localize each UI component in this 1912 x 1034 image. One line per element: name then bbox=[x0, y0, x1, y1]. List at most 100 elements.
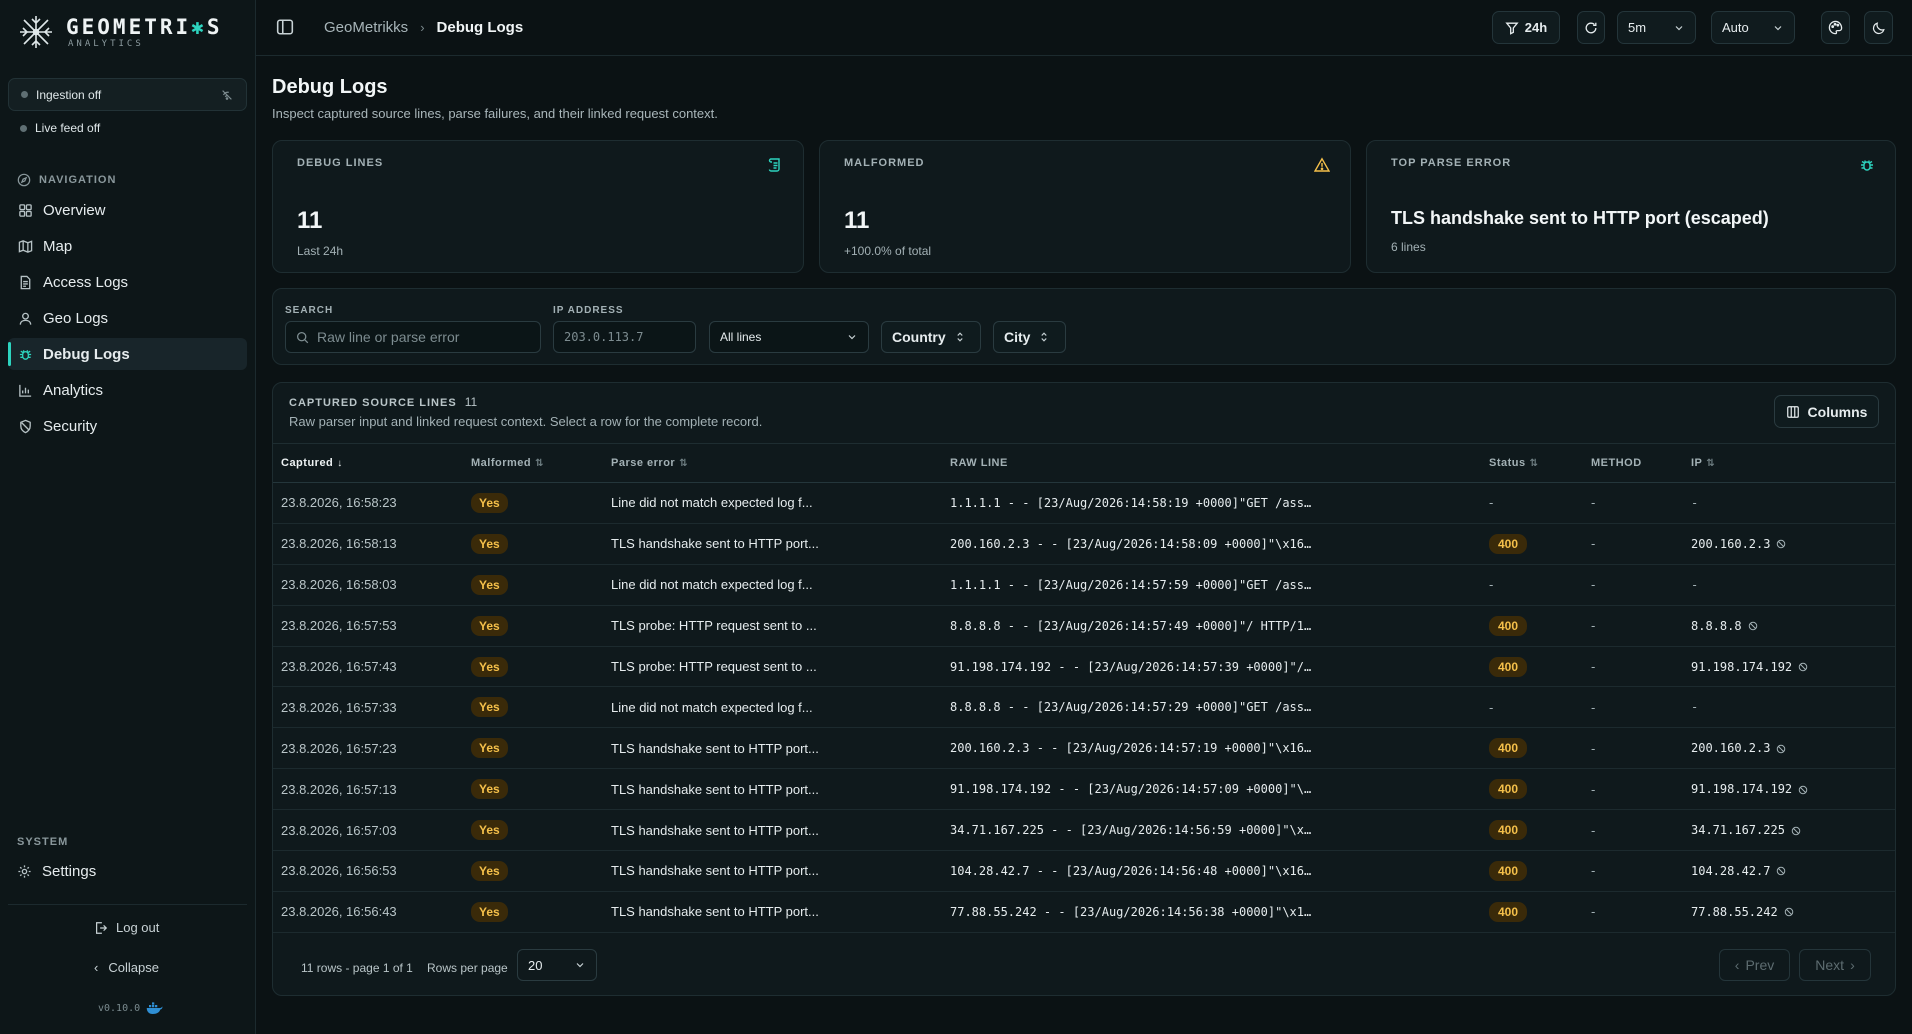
ban-icon[interactable] bbox=[1748, 621, 1758, 631]
malformed-badge: Yes bbox=[471, 492, 508, 513]
live-feed-status: Live feed off bbox=[20, 121, 100, 135]
column-header-parse-error[interactable]: Parse error ⇅ bbox=[611, 444, 950, 483]
filters-panel: SEARCH Raw line or parse error IP ADDRES… bbox=[272, 288, 1896, 365]
parse-error-cell: TLS handshake sent to HTTP port... bbox=[611, 740, 819, 756]
table-row[interactable]: 23.8.2026, 16:56:43 Yes TLS handshake sent… bbox=[273, 891, 1895, 933]
ban-icon[interactable] bbox=[1776, 744, 1786, 754]
parse-error-cell: TLS handshake sent to HTTP port... bbox=[611, 904, 819, 920]
captured-lines-table: Captured ↓ Malformed ⇅ Parse error ⇅ RAW LI… bbox=[273, 443, 1895, 933]
table-row[interactable]: 23.8.2026, 16:58:03 Yes Line did not match… bbox=[273, 564, 1895, 606]
table-row[interactable]: 23.8.2026, 16:56:53 Yes TLS handshake sent… bbox=[273, 851, 1895, 892]
table-row[interactable]: 23.8.2026, 16:57:13 Yes TLS handshake sent… bbox=[273, 769, 1895, 810]
sidebar-item-access-logs[interactable]: Access Logs bbox=[8, 266, 247, 298]
system-section-label: SYSTEM bbox=[17, 836, 69, 848]
dark-mode-toggle[interactable] bbox=[1864, 11, 1893, 44]
ban-icon[interactable] bbox=[1776, 866, 1786, 876]
malformed-value: 11 bbox=[844, 207, 870, 234]
column-header-status[interactable]: Status ⇅ bbox=[1489, 444, 1591, 483]
captured-cell: 23.8.2026, 16:57:43 bbox=[281, 659, 397, 674]
theme-mode-select[interactable]: Auto bbox=[1711, 11, 1795, 44]
breadcrumb-root[interactable]: GeoMetrikks bbox=[324, 19, 408, 36]
ban-icon[interactable] bbox=[1791, 826, 1801, 836]
brand-logo[interactable]: GEOMETRI✱S ANALYTICS bbox=[18, 14, 222, 50]
sidebar: GEOMETRI✱S ANALYTICS Ingestion off Live … bbox=[0, 0, 256, 1034]
ban-icon[interactable] bbox=[1798, 662, 1808, 672]
method-cell: - bbox=[1591, 618, 1596, 634]
method-cell: - bbox=[1591, 863, 1596, 879]
sidebar-item-settings[interactable]: Settings bbox=[17, 863, 96, 880]
status-cell: - bbox=[1489, 699, 1494, 715]
raw-line-cell: 1.1.1.1 - - [23/Aug/2026:14:58:19 +0000]… bbox=[950, 495, 1312, 510]
column-header-ip[interactable]: IP ⇅ bbox=[1691, 444, 1895, 483]
sidebar-item-map[interactable]: Map bbox=[8, 230, 247, 262]
column-header-malformed[interactable]: Malformed ⇅ bbox=[471, 444, 611, 483]
sidebar-item-label: Settings bbox=[42, 863, 97, 880]
gear-icon bbox=[18, 865, 31, 878]
malformed-card: MALFORMED 11 +100.0% of total bbox=[819, 140, 1351, 273]
table-row[interactable]: 23.8.2026, 16:57:33 Yes Line did not match… bbox=[273, 687, 1895, 728]
refresh-interval-select[interactable]: 5m bbox=[1617, 11, 1696, 44]
table-row[interactable]: 23.8.2026, 16:57:03 Yes TLS handshake sent… bbox=[273, 810, 1895, 851]
debug-lines-value: 11 bbox=[297, 207, 323, 234]
malformed-badge: Yes bbox=[471, 901, 508, 922]
live-feed-label: Live feed off bbox=[35, 121, 101, 135]
chevron-down-icon bbox=[848, 335, 856, 340]
table-row[interactable]: 23.8.2026, 16:57:43 Yes TLS probe: HTTP re… bbox=[273, 646, 1895, 687]
sidebar-item-analytics[interactable]: Analytics bbox=[8, 374, 247, 406]
status-cell: 400 bbox=[1489, 605, 1591, 646]
chevron-left-icon: ‹ bbox=[94, 960, 99, 975]
search-label: SEARCH bbox=[285, 305, 334, 316]
ban-icon[interactable] bbox=[1798, 785, 1808, 795]
palette-button[interactable] bbox=[1821, 11, 1850, 44]
prev-page-button[interactable]: ‹ Prev bbox=[1719, 949, 1790, 981]
table-header-row: Captured ↓ Malformed ⇅ Parse error ⇅ RAW LI… bbox=[273, 443, 1895, 483]
ingestion-status-dot bbox=[21, 91, 28, 98]
captured-lines-table-card: CAPTURED SOURCE LINES 11 Raw parser input… bbox=[272, 382, 1896, 996]
sidebar-item-label: Analytics bbox=[43, 381, 104, 399]
card-label: TOP PARSE ERROR bbox=[1391, 157, 1512, 169]
city-filter-button[interactable]: City bbox=[993, 321, 1066, 353]
sidebar-toggle-icon[interactable] bbox=[276, 18, 294, 36]
chevrons-up-down-icon bbox=[1041, 332, 1048, 342]
next-page-button[interactable]: Next › bbox=[1799, 949, 1871, 981]
ban-icon[interactable] bbox=[1784, 907, 1794, 917]
sidebar-item-geo-logs[interactable]: Geo Logs bbox=[8, 302, 247, 334]
raw-line-cell: 104.28.42.7 - - [23/Aug/2026:14:56:48 +0… bbox=[950, 863, 1312, 878]
table-pagination: 11 rows - page 1 of 1 Rows per page 20 ‹… bbox=[273, 943, 1895, 995]
sidebar-item-debug-logs[interactable]: Debug Logs bbox=[8, 338, 247, 370]
table-row[interactable]: 23.8.2026, 16:58:23 Yes Line did not match… bbox=[273, 483, 1895, 524]
status-badge: 400 bbox=[1489, 901, 1528, 922]
collapse-sidebar-button[interactable]: ‹ Collapse bbox=[94, 960, 159, 975]
ip-address-input[interactable]: 203.0.113.7 bbox=[553, 321, 696, 353]
arrow-down-icon: ↓ bbox=[337, 458, 343, 469]
table-row[interactable]: 23.8.2026, 16:58:13 Yes TLS handshake sent… bbox=[273, 523, 1895, 565]
columns-button[interactable]: Columns bbox=[1774, 395, 1879, 428]
ban-icon[interactable] bbox=[1776, 539, 1786, 549]
malformed-badge: Yes bbox=[471, 533, 508, 554]
method-cell: - bbox=[1591, 699, 1596, 715]
country-filter-button[interactable]: Country bbox=[881, 321, 981, 353]
ingestion-toggle[interactable]: Ingestion off bbox=[8, 78, 247, 111]
ip-cell: 77.88.55.242 bbox=[1691, 891, 1895, 932]
method-cell: - bbox=[1591, 536, 1596, 552]
refresh-button[interactable] bbox=[1577, 11, 1605, 44]
table-row[interactable]: 23.8.2026, 16:57:23 Yes TLS handshake sent… bbox=[273, 728, 1895, 769]
rows-per-page-select[interactable]: 20 bbox=[517, 949, 597, 981]
snowflake-logo-icon bbox=[20, 16, 52, 48]
sidebar-item-overview[interactable]: Overview bbox=[8, 194, 247, 226]
raw-line-cell: 91.198.174.192 - - [23/Aug/2026:14:57:39… bbox=[950, 659, 1312, 674]
shield-icon bbox=[17, 418, 33, 434]
search-icon bbox=[296, 331, 309, 343]
method-cell: - bbox=[1591, 659, 1596, 674]
signal-off-icon bbox=[222, 89, 232, 100]
column-header-captured[interactable]: Captured ↓ bbox=[273, 444, 471, 483]
sidebar-item-security[interactable]: Security bbox=[8, 410, 247, 442]
table-row[interactable]: 23.8.2026, 16:57:53 Yes TLS probe: HTTP re… bbox=[273, 605, 1895, 647]
search-input[interactable]: Raw line or parse error bbox=[285, 321, 541, 353]
lines-filter-select[interactable]: All lines bbox=[709, 321, 869, 353]
breadcrumb: GeoMetrikks › Debug Logs bbox=[324, 19, 523, 36]
time-range-filter-button[interactable]: 24h bbox=[1492, 11, 1560, 44]
ip-cell: 104.28.42.7 bbox=[1691, 851, 1895, 892]
logout-button[interactable]: Log out bbox=[94, 920, 159, 935]
column-header-raw-line: RAW LINE bbox=[950, 457, 1008, 469]
